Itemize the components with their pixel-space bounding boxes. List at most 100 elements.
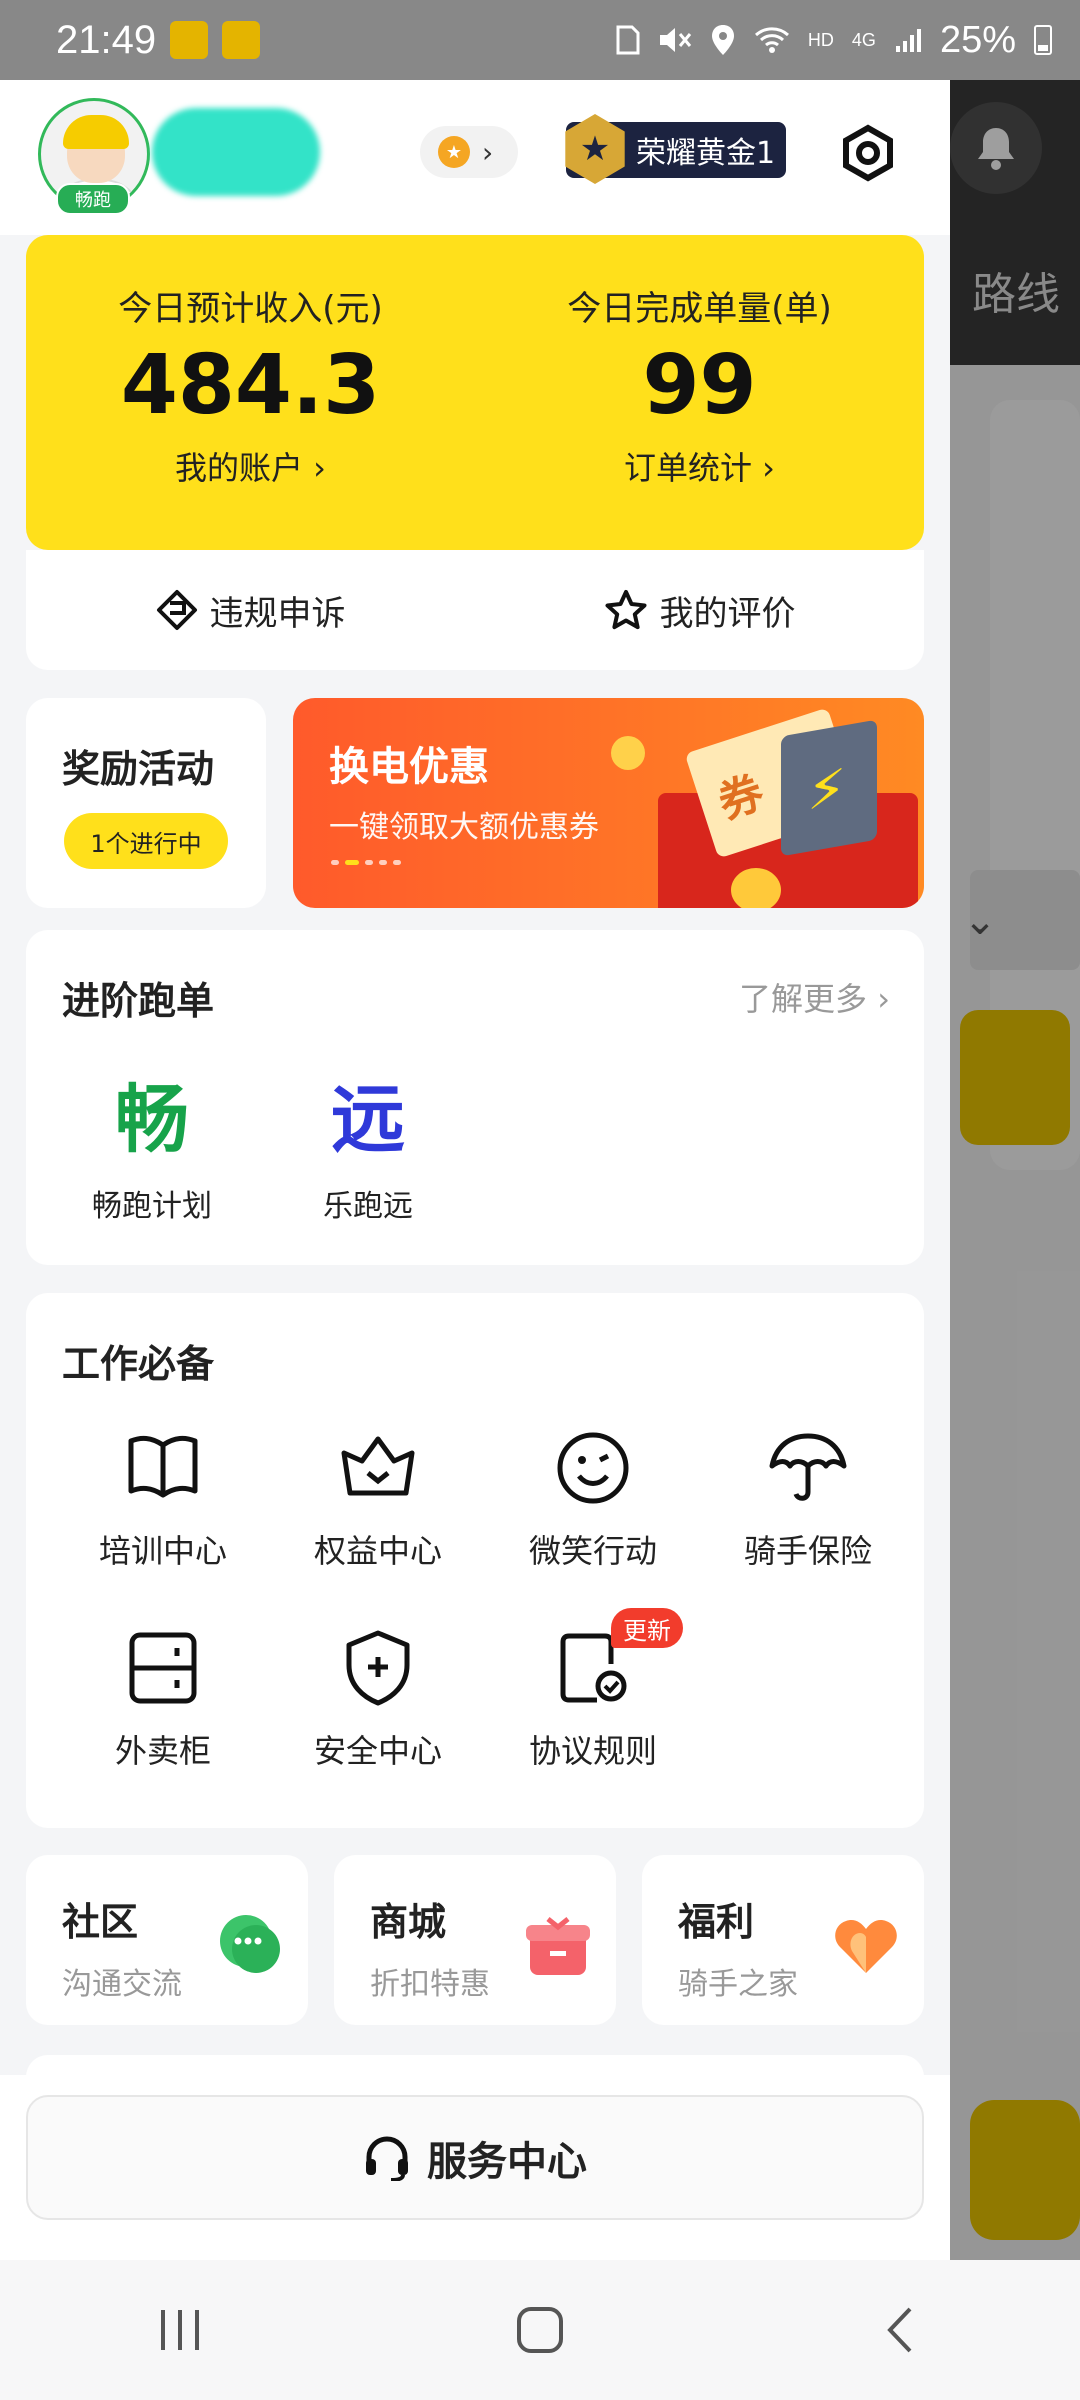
benefits-center-item[interactable]: 权益中心 — [283, 1428, 473, 1572]
battery-percent: 25% — [939, 18, 1016, 61]
income-orders[interactable]: 今日完成单量(单) 99 订单统计 › — [475, 235, 924, 550]
reward-card[interactable]: 奖励活动 1个进行中 — [26, 698, 266, 908]
advanced-card: 进阶跑单 了解更多 › 畅 畅跑计划 远 乐跑远 — [26, 930, 924, 1265]
community-title: 社区 — [62, 1900, 139, 1944]
learn-more-link[interactable]: 了解更多 › — [739, 974, 890, 1020]
quick-actions: 违规申诉 我的评价 — [26, 550, 924, 670]
service-bar: 服务中心 — [0, 2075, 950, 2260]
mall-subtitle: 折扣特惠 — [370, 1967, 490, 2002]
signal-icon — [895, 29, 921, 52]
coin-illustration — [611, 736, 645, 770]
long-run-icon: 远 — [331, 1077, 405, 1163]
lightning-icon: ⚡ — [807, 758, 847, 823]
rank-label: 荣耀黄金1 — [636, 136, 776, 171]
smile-icon — [553, 1428, 633, 1508]
service-center-button[interactable]: 服务中心 — [26, 2095, 924, 2220]
diamond-flag-icon — [156, 590, 197, 630]
umbrella-icon — [768, 1428, 848, 1508]
rank-star-icon: ★ — [565, 114, 625, 184]
rank-badge[interactable]: ★ 荣耀黄金1 — [565, 114, 786, 184]
order-stats-link[interactable]: 订单统计 › — [475, 443, 924, 489]
delivery-locker-label: 外卖柜 — [114, 1732, 211, 1770]
shield-icon — [338, 1628, 418, 1708]
avatar-badge: 畅跑 — [56, 183, 130, 215]
mall-card[interactable]: 商城 折扣特惠 — [334, 1855, 616, 2025]
system-nav-bar — [0, 2260, 1080, 2400]
training-center-label: 培训中心 — [98, 1532, 227, 1570]
my-reviews-label: 我的评价 — [659, 593, 796, 634]
crown-icon — [338, 1428, 418, 1508]
sim-icon — [616, 25, 640, 55]
welfare-card[interactable]: 福利 骑手之家 — [642, 1855, 924, 2025]
reward-title: 奖励活动 — [62, 747, 215, 791]
agreement-rules-label: 协议规则 — [528, 1732, 657, 1770]
gift-icon — [526, 1917, 590, 1975]
back-button[interactable] — [840, 2290, 960, 2370]
drawer-header: 畅跑 ★ › ★ 荣耀黄金1 — [0, 80, 950, 235]
locker-icon — [123, 1628, 203, 1708]
earnings-value: 484.3 — [120, 338, 381, 433]
banner-title: 换电优惠 — [329, 744, 489, 790]
service-center-label: 服务中心 — [427, 2138, 587, 2185]
recent-apps-icon — [161, 2310, 199, 2350]
smile-action-label: 微笑行动 — [528, 1532, 657, 1570]
banner-subtitle: 一键领取大额优惠券 — [329, 810, 599, 845]
coin-icon: ★ — [438, 136, 470, 168]
coin-button[interactable]: ★ › — [420, 126, 518, 178]
battery-icon — [1034, 25, 1052, 55]
work-tools-title: 工作必备 — [62, 1342, 215, 1386]
earnings-label: 今日预计收入(元) — [118, 289, 383, 329]
community-card[interactable]: 社区 沟通交流 — [26, 1855, 308, 2025]
smooth-run-icon: 畅 — [115, 1077, 189, 1163]
work-tools-card: 工作必备 培训中心 权益中心 微笑行动 骑手保险 外卖柜 安全中心 协议规则 更… — [26, 1293, 924, 1828]
long-run-item[interactable]: 远 乐跑远 — [278, 1060, 458, 1225]
mall-title: 商城 — [370, 1900, 447, 1944]
cell-type: 4G — [851, 29, 876, 50]
community-subtitle: 沟通交流 — [62, 1967, 182, 2002]
agreement-rules-item[interactable]: 协议规则 更新 — [498, 1608, 688, 1772]
rider-insurance-label: 骑手保险 — [743, 1532, 872, 1570]
orders-value: 99 — [642, 338, 757, 433]
star-icon — [605, 590, 646, 630]
reward-status-badge: 1个进行中 — [64, 813, 228, 869]
safety-center-item[interactable]: 安全中心 — [283, 1628, 473, 1772]
book-icon — [123, 1428, 203, 1508]
violation-appeal-button[interactable]: 违规申诉 — [26, 550, 475, 670]
chat-icon — [220, 1915, 280, 1973]
heart-icon — [835, 1919, 897, 1973]
chevron-right-icon: › — [482, 135, 494, 169]
training-center-item[interactable]: 培训中心 — [68, 1428, 258, 1572]
smooth-run-label: 畅跑计划 — [92, 1189, 212, 1224]
back-icon — [887, 2307, 912, 2353]
home-icon — [517, 2307, 563, 2353]
home-button[interactable] — [480, 2290, 600, 2370]
orders-label: 今日完成单量(单) — [567, 289, 832, 329]
welfare-title: 福利 — [678, 1900, 755, 1944]
notification-app-icon — [222, 21, 261, 59]
battery-swap-banner[interactable]: 换电优惠 一键领取大额优惠券 券 ⚡ — [293, 698, 924, 908]
mute-icon — [659, 28, 692, 52]
smile-action-item[interactable]: 微笑行动 — [498, 1428, 688, 1572]
username-redacted — [152, 108, 320, 196]
banner-pagination — [331, 860, 401, 865]
my-account-link[interactable]: 我的账户 › — [26, 443, 475, 489]
my-reviews-button[interactable]: 我的评价 — [475, 550, 924, 670]
status-bar: 21:49 HD 4G 25% — [0, 0, 1080, 80]
smooth-run-plan-item[interactable]: 畅 畅跑计划 — [62, 1060, 242, 1225]
network-type: HD — [807, 29, 834, 50]
headset-icon — [366, 2136, 408, 2181]
update-badge: 更新 — [611, 1608, 683, 1648]
income-earnings[interactable]: 今日预计收入(元) 484.3 我的账户 › — [26, 235, 475, 550]
status-time: 21:49 — [56, 17, 157, 62]
benefits-center-label: 权益中心 — [313, 1532, 442, 1570]
settings-icon[interactable] — [838, 123, 898, 183]
recent-apps-button[interactable] — [120, 2290, 240, 2370]
advanced-title: 进阶跑单 — [62, 979, 215, 1023]
rider-insurance-item[interactable]: 骑手保险 — [713, 1428, 903, 1572]
dim-overlay[interactable] — [950, 0, 1080, 2260]
wifi-icon — [754, 27, 789, 53]
violation-appeal-label: 违规申诉 — [209, 593, 346, 634]
welfare-subtitle: 骑手之家 — [678, 1967, 798, 2002]
delivery-locker-item[interactable]: 外卖柜 — [68, 1628, 258, 1772]
side-drawer: 畅跑 ★ › ★ 荣耀黄金1 今日预计收入(元) 484.3 我的账户 › 今日… — [0, 80, 950, 2260]
